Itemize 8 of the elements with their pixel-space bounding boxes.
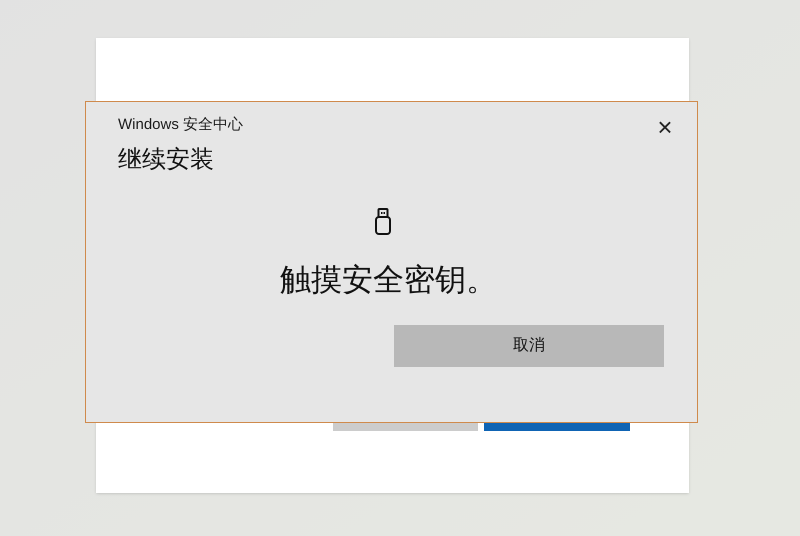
button[interactable]: [484, 423, 630, 431]
cancel-button[interactable]: 取消: [394, 324, 664, 366]
close-button[interactable]: ×: [653, 114, 677, 140]
button[interactable]: [333, 423, 478, 431]
usb-key-icon: [374, 208, 390, 235]
dialog-title: Windows 安全中心: [118, 115, 244, 135]
dialog-heading: 继续安装: [118, 146, 214, 173]
dialog-message: 触摸安全密钥。: [280, 261, 497, 299]
